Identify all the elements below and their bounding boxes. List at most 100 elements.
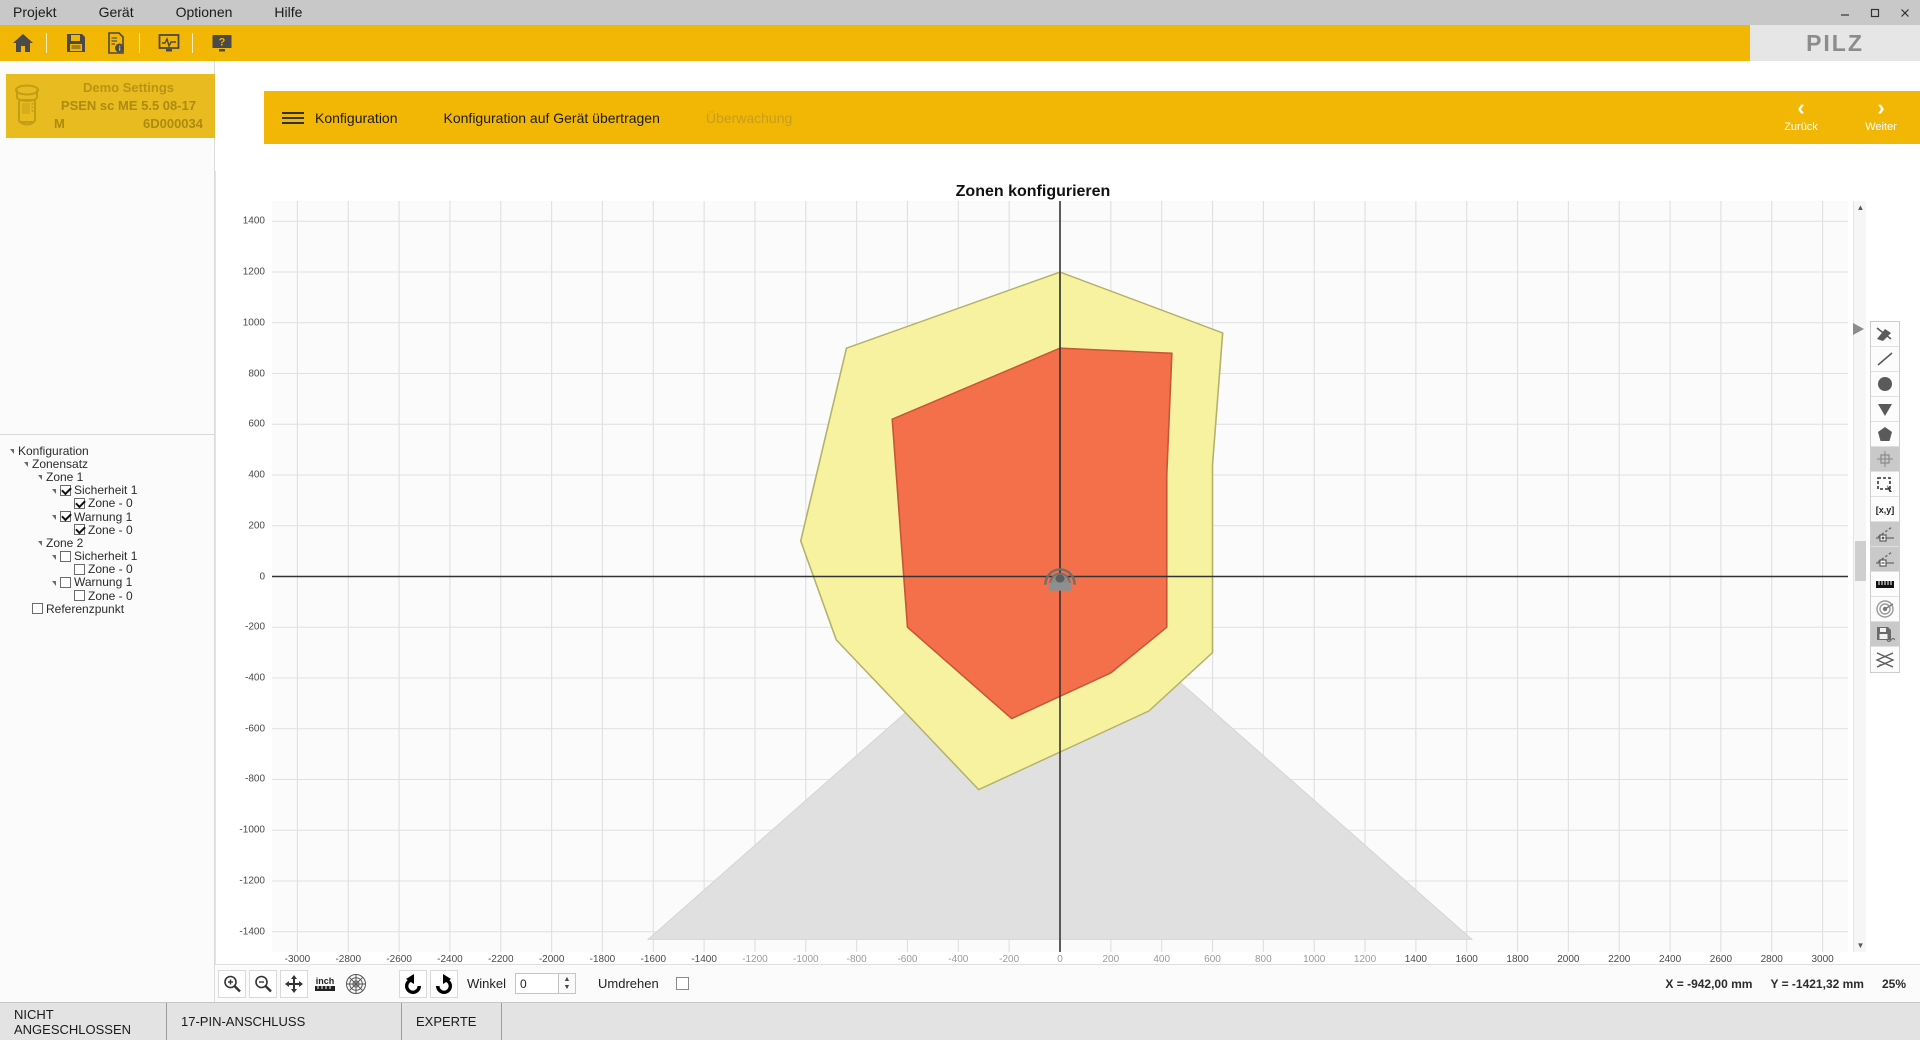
pan-icon[interactable]	[280, 969, 308, 998]
maximize-icon[interactable]	[1860, 0, 1890, 25]
vertical-scroll-thumb[interactable]	[1855, 541, 1866, 581]
radial-scan-icon[interactable]	[1871, 597, 1899, 622]
undo-icon[interactable]	[399, 969, 427, 998]
menu-hamburger-icon[interactable]	[282, 109, 304, 127]
tree-node-checkbox[interactable]	[74, 497, 85, 509]
next-chevron-icon: ›	[1877, 95, 1885, 120]
device-info-panel[interactable]: Demo Settings PSEN sc ME 5.5 08-17 M 6D0…	[6, 74, 215, 138]
y-axis-tick-label: -600	[244, 723, 265, 735]
save-icon[interactable]	[59, 26, 93, 60]
chart-frame: Zonen konfigurieren 1400 1200 1000 800 600 40…	[215, 171, 1920, 1002]
help-monitor-icon[interactable]: ?	[205, 26, 239, 60]
spinner-down-icon[interactable]: ▼	[564, 984, 571, 992]
tree-node-checkbox[interactable]	[60, 484, 71, 496]
scroll-down-icon[interactable]: ▼	[1854, 939, 1867, 952]
polygon-icon[interactable]	[1871, 422, 1899, 447]
sector-icon[interactable]	[1871, 397, 1899, 422]
tab-konfiguration-uebertragen[interactable]: Konfiguration auf Gerät übertragen	[444, 110, 660, 126]
edit-pen-icon[interactable]	[1871, 322, 1899, 347]
add-point-icon[interactable]	[1871, 522, 1899, 547]
y-axis-tick-label: 600	[248, 418, 265, 430]
angle-spinner[interactable]: ▲ ▼	[559, 973, 577, 994]
menu-item-hilfe[interactable]: Hilfe	[264, 0, 312, 25]
tree-expand-arrow-icon[interactable]	[24, 462, 28, 468]
angle-label: Winkel	[467, 976, 507, 991]
zoom-in-icon[interactable]	[218, 969, 246, 998]
angle-input[interactable]	[515, 973, 560, 994]
grid-snap-icon[interactable]	[1871, 447, 1899, 472]
spinner-up-icon[interactable]: ▲	[564, 976, 571, 984]
tree-node[interactable]: Zone 1	[0, 470, 214, 484]
coordinates-xy-icon[interactable]: [x,y]	[1871, 497, 1899, 522]
tree-expand-arrow-icon[interactable]	[10, 449, 14, 455]
report-icon[interactable]	[99, 26, 133, 60]
scroll-up-icon[interactable]: ▲	[1854, 201, 1867, 214]
status-connection: NICHT ANGESCHLOSSEN	[0, 1002, 167, 1040]
tree-expand-arrow-icon[interactable]	[52, 488, 56, 494]
ruler-icon[interactable]	[1871, 572, 1899, 597]
tree-node[interactable]: Sicherheit 1	[0, 549, 214, 563]
brand-text: PILZ	[1806, 29, 1864, 56]
menu-item-optionen[interactable]: Optionen	[166, 0, 243, 25]
tree-node[interactable]: Sicherheit 1	[0, 483, 214, 497]
coord-x-value: X = -942,00 mm	[1665, 976, 1753, 991]
tab-konfiguration[interactable]: Konfiguration	[315, 110, 398, 126]
close-icon[interactable]	[1890, 0, 1920, 25]
monitor-icon[interactable]	[152, 26, 186, 60]
tree-node-label: Zone - 0	[88, 588, 133, 603]
tree-node[interactable]: Zone - 0	[0, 523, 214, 537]
polar-grid-icon[interactable]	[342, 970, 370, 998]
tree-expand-arrow-icon[interactable]	[52, 554, 56, 560]
tree-expand-arrow-icon[interactable]	[52, 515, 56, 521]
toolbar-separator	[192, 33, 193, 53]
tree-node[interactable]: Zone 2	[0, 536, 214, 550]
next-button-label: Weiter	[1865, 121, 1897, 133]
menu-item-projekt[interactable]: Projekt	[3, 0, 67, 25]
circle-icon[interactable]	[1871, 372, 1899, 397]
tree-node-checkbox[interactable]	[60, 511, 71, 523]
tree-node[interactable]: Warnung 1	[0, 510, 214, 524]
menu-item-geraet[interactable]: Gerät	[89, 0, 144, 25]
tree-expand-arrow-icon[interactable]	[38, 475, 42, 481]
redo-icon[interactable]	[430, 969, 458, 998]
chart-title: Zonen konfigurieren	[955, 183, 1111, 200]
tree-node-checkbox[interactable]	[60, 550, 71, 562]
tree-node-checkbox[interactable]	[74, 524, 85, 536]
brand-logo: PILZ	[1750, 25, 1920, 61]
remove-point-icon[interactable]	[1871, 547, 1899, 572]
tree-node-checkbox[interactable]	[74, 590, 85, 602]
palette-expand-icon[interactable]	[1853, 323, 1864, 335]
tree-node[interactable]: Referenzpunkt	[0, 602, 214, 616]
flip-checkbox[interactable]	[675, 977, 689, 990]
back-button[interactable]: ‹ Zurück	[1772, 96, 1830, 134]
y-axis-tick-label: -200	[244, 621, 265, 633]
home-icon[interactable]	[6, 26, 40, 60]
coord-y-value: Y = -1421,32 mm	[1770, 976, 1864, 991]
zoom-out-icon[interactable]	[249, 969, 277, 998]
zone-plot-area[interactable]	[272, 201, 1848, 952]
svg-text:?: ?	[219, 37, 226, 49]
beams-icon[interactable]	[1871, 647, 1899, 672]
tree-expand-arrow-icon[interactable]	[38, 541, 42, 547]
tree-node[interactable]: Zonensatz	[0, 457, 214, 471]
tree-node[interactable]: Warnung 1	[0, 575, 214, 589]
minimize-icon[interactable]	[1830, 0, 1860, 25]
tree-node[interactable]: Zone - 0	[0, 562, 214, 576]
line-icon[interactable]	[1871, 347, 1899, 372]
next-button[interactable]: › Weiter	[1852, 96, 1910, 134]
unit-inch-icon[interactable]: inch	[311, 970, 339, 998]
coordinate-readout: X = -942,00 mm Y = -1421,32 mm 25%	[1665, 977, 1906, 991]
svg-text:[x,y]: [x,y]	[1876, 505, 1895, 515]
save-contour-icon[interactable]	[1871, 622, 1899, 647]
select-rect-icon[interactable]	[1871, 472, 1899, 497]
tree-node-checkbox[interactable]	[32, 603, 43, 615]
tree-expand-arrow-icon[interactable]	[52, 580, 56, 586]
tab-ueberwachung[interactable]: Überwachung	[706, 110, 792, 126]
y-axis-tick-label: 400	[248, 469, 265, 481]
tree-node-checkbox[interactable]	[74, 563, 85, 575]
plot-vertical-scrollbar[interactable]: ▲ ▼	[1853, 201, 1866, 952]
tree-node[interactable]: Zone - 0	[0, 588, 214, 603]
tree-node[interactable]: Konfiguration	[0, 444, 214, 458]
tree-node-checkbox[interactable]	[60, 576, 71, 588]
tree-node[interactable]: Zone - 0	[0, 496, 214, 510]
